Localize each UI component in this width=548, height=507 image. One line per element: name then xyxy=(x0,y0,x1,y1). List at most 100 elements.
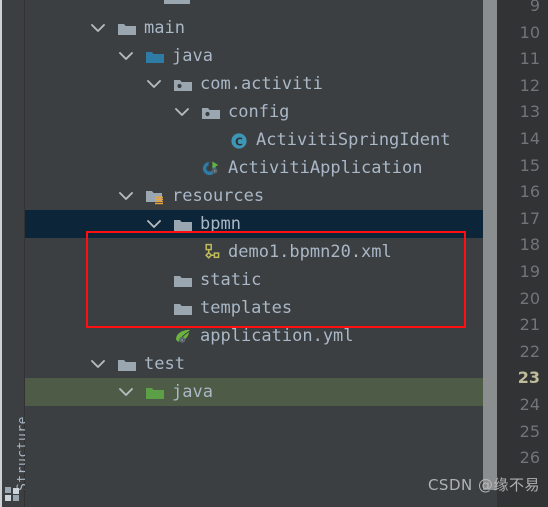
line-number: 17 xyxy=(519,208,540,228)
tree-row[interactable]: java xyxy=(25,378,483,406)
chevron-gap xyxy=(108,364,116,365)
chevron-down-icon[interactable] xyxy=(116,186,136,206)
chevron-down-icon[interactable] xyxy=(88,354,108,374)
tree-row-label: java xyxy=(172,46,213,66)
chevron-placeholder xyxy=(144,326,164,346)
indent-spacer xyxy=(25,280,144,281)
line-number: 12 xyxy=(519,75,540,95)
chevron-gap xyxy=(136,196,144,197)
chevron-gap xyxy=(136,392,144,393)
indent-spacer xyxy=(25,308,144,309)
indent-spacer xyxy=(25,168,172,169)
chevron-gap xyxy=(136,56,144,57)
line-number: 25 xyxy=(519,421,540,441)
tree-row-label: resources xyxy=(172,186,265,206)
chevron-placeholder xyxy=(200,130,220,150)
chevron-gap xyxy=(164,84,172,85)
indent-spacer xyxy=(25,28,88,29)
tree-row[interactable]: C ActivitiSpringIdent xyxy=(25,126,483,154)
chevron-gap xyxy=(164,336,172,337)
scrollbar-thumb[interactable] xyxy=(483,0,497,490)
line-number: 16 xyxy=(519,182,540,202)
spring-config-file-icon xyxy=(172,326,194,346)
tree-row[interactable]: application.yml xyxy=(25,322,483,350)
line-number: 20 xyxy=(519,288,540,308)
tree-row-label: ActivitiSpringIdent xyxy=(256,130,451,150)
folder-test-source-icon xyxy=(144,382,166,402)
bpmn-file-icon xyxy=(200,242,222,262)
line-number: 22 xyxy=(519,341,540,361)
tree-row[interactable]: config xyxy=(25,98,483,126)
tree-row-label: java xyxy=(172,382,213,402)
chevron-placeholder xyxy=(172,242,192,262)
folder-icon xyxy=(116,354,138,374)
tree-row[interactable]: bpmn xyxy=(25,210,483,238)
chevron-down-icon[interactable] xyxy=(144,214,164,234)
line-number: 11 xyxy=(519,49,540,69)
clipped-folder-icon-above xyxy=(164,0,190,4)
java-class-icon: C xyxy=(228,130,250,150)
indent-spacer xyxy=(25,364,88,365)
chevron-gap xyxy=(108,28,116,29)
package-icon xyxy=(172,74,194,94)
indent-spacer xyxy=(25,252,172,253)
line-number: 26 xyxy=(519,448,540,468)
line-number: 19 xyxy=(519,262,540,281)
folder-icon xyxy=(172,270,194,290)
line-number: 14 xyxy=(519,129,540,148)
package-icon xyxy=(200,102,222,122)
line-number: 9 xyxy=(529,0,540,15)
vertical-scrollbar[interactable] xyxy=(483,0,497,507)
chevron-gap xyxy=(192,112,200,113)
tree-row[interactable]: templates xyxy=(25,294,483,322)
tree-row-label: demo1.bpmn20.xml xyxy=(228,242,392,262)
chevron-gap xyxy=(164,280,172,281)
indent-spacer xyxy=(25,140,200,141)
editor-line-number-gutter: 9 10 11 12 13 14 15 16 17 18 19 20 21 22 23 24 25 26 xyxy=(497,0,548,507)
tree-row-label: com.activiti xyxy=(200,74,323,94)
line-number: 15 xyxy=(519,155,540,175)
chevron-gap xyxy=(220,140,228,141)
line-number: 18 xyxy=(519,235,540,255)
line-number: 21 xyxy=(519,315,540,335)
tree-row-label: ActivitiApplication xyxy=(228,158,423,178)
indent-spacer xyxy=(25,224,144,225)
chevron-gap xyxy=(164,308,172,309)
folder-resources-icon xyxy=(144,186,166,206)
indent-spacer xyxy=(25,196,116,197)
tree-row[interactable]: java xyxy=(25,42,483,70)
chevron-down-icon[interactable] xyxy=(144,74,164,94)
tree-row[interactable]: demo1.bpmn20.xml xyxy=(25,238,483,266)
chevron-down-icon[interactable] xyxy=(88,18,108,38)
indent-spacer xyxy=(25,84,144,85)
chevron-placeholder xyxy=(144,298,164,318)
tree-row[interactable]: test xyxy=(25,350,483,378)
folder-icon xyxy=(172,214,194,234)
structure-icon[interactable] xyxy=(5,487,20,501)
left-tool-strip: Structure xyxy=(0,0,31,507)
indent-spacer xyxy=(25,112,172,113)
project-tree[interactable]: main java com.activiti config C ActivitiSprin… xyxy=(25,0,483,507)
chevron-gap xyxy=(192,252,200,253)
line-number: 13 xyxy=(519,102,540,122)
tree-row-label: config xyxy=(228,102,290,122)
tree-row-label: bpmn xyxy=(200,214,241,234)
chevron-down-icon[interactable] xyxy=(172,102,192,122)
ide-project-panel: Structure main java com.activiti config C Act… xyxy=(0,0,548,507)
tree-row[interactable]: main xyxy=(25,14,483,42)
tree-row[interactable]: ActivitiApplication xyxy=(25,154,483,182)
line-number: 10 xyxy=(519,22,540,42)
indent-spacer xyxy=(25,56,116,57)
tree-row-label: main xyxy=(144,18,185,38)
tree-row[interactable]: static xyxy=(25,266,483,294)
chevron-down-icon[interactable] xyxy=(116,382,136,402)
tree-row-label: test xyxy=(144,354,185,374)
indent-spacer xyxy=(25,336,144,337)
tree-row-label: application.yml xyxy=(200,326,354,346)
spring-boot-class-icon xyxy=(200,158,222,178)
chevron-placeholder xyxy=(172,158,192,178)
chevron-down-icon[interactable] xyxy=(116,46,136,66)
chevron-gap xyxy=(164,224,172,225)
tree-row[interactable]: resources xyxy=(25,182,483,210)
tree-row[interactable]: com.activiti xyxy=(25,70,483,98)
